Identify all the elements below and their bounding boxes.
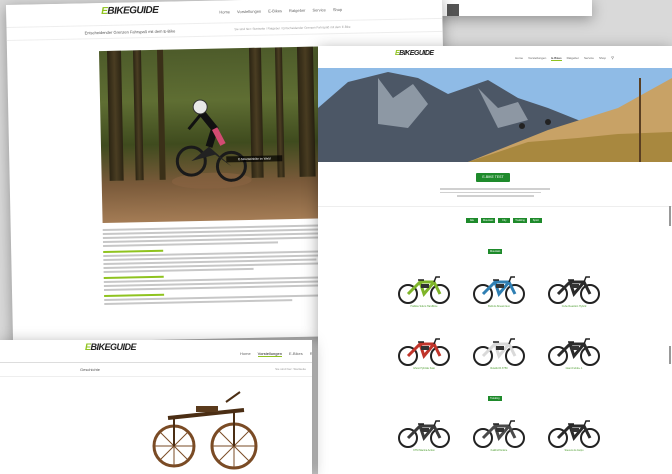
product-card[interactable]: Giant Full-E+ 1 xyxy=(544,336,604,370)
product-name[interactable]: Haibike Sduro HardNine xyxy=(394,305,454,308)
history-header: EBIKEGUIDE Home Vorstellungen E-Bikes Ratge… xyxy=(0,340,312,363)
main-navigation: Home Vorstellungen E-Bikes Ratgeber Service S… xyxy=(515,56,606,61)
product-name[interactable]: Cube Reaction Hybrid xyxy=(544,305,604,308)
nav-item-home[interactable]: Home xyxy=(219,9,230,14)
e-bike-icon xyxy=(548,420,600,448)
page-title: Geschichte xyxy=(80,367,101,372)
nav-item-vorstellungen[interactable]: Vorstellungen xyxy=(528,56,546,61)
product-card[interactable]: Rotwild R.X750 xyxy=(469,336,529,370)
filter-mountain[interactable]: Mountain xyxy=(481,218,496,223)
filter-city[interactable]: City xyxy=(498,218,511,223)
e-bike-icon xyxy=(398,276,450,304)
search-icon[interactable]: ⚲ xyxy=(611,55,614,60)
product-card[interactable]: KTM Macina Action xyxy=(394,418,454,452)
bike-grid-row-1: Haibike Sduro HardNine Bulls E-Stream Evo… xyxy=(394,274,604,308)
product-card[interactable]: Cube Reaction Hybrid xyxy=(544,274,604,308)
nav-item-e-bikes[interactable]: E-Bikes xyxy=(268,8,282,13)
nav-item-shop[interactable]: Shop xyxy=(599,56,606,61)
site-logo[interactable]: EBIKEGUIDE xyxy=(395,50,434,57)
article-body-text xyxy=(102,222,355,307)
product-card[interactable]: Kalkhoff Entice xyxy=(469,418,529,452)
e-bike-icon xyxy=(398,338,450,366)
bike-grid-row-3: KTM Macina Action Kalkhoff Entice Stevens … xyxy=(394,418,604,452)
nav-item-ratgeber[interactable]: Ratgeber xyxy=(310,351,312,357)
site-logo[interactable]: EBIKEGUIDE xyxy=(85,342,137,352)
scrollbar-thumb[interactable] xyxy=(669,206,671,226)
product-catalog-window: EBIKEGUIDE Home Vorstellungen E-Bikes Ratge… xyxy=(318,46,672,474)
product-name[interactable]: Bulls E-Stream Evo xyxy=(469,305,529,308)
main-navigation: Home Vorstellungen E-Bikes Ratgeber xyxy=(240,351,312,357)
main-navigation: Home Vorstellungen E-Bikes Ratgeber Service S… xyxy=(219,7,342,15)
nav-item-vorstellungen[interactable]: Vorstellungen xyxy=(237,9,261,15)
product-name[interactable]: Giant Full-E+ 1 xyxy=(544,367,604,370)
filter-alle[interactable]: Alle xyxy=(466,218,478,223)
e-bike-icon xyxy=(473,276,525,304)
nav-item-home[interactable]: Home xyxy=(515,56,523,61)
nav-item-ratgeber[interactable]: Ratgeber xyxy=(289,8,306,13)
page-title: Entscheidender Grenzen Fahrspaß mit dem … xyxy=(84,28,176,36)
nav-item-vorstellungen[interactable]: Vorstellungen xyxy=(257,351,282,357)
historic-draisine-image xyxy=(152,391,258,470)
alpine-banner-image xyxy=(318,68,672,162)
nav-item-e-bikes[interactable]: E-Bikes xyxy=(551,56,562,61)
nav-item-ratgeber[interactable]: Ratgeber xyxy=(567,56,579,61)
product-card[interactable]: Ghost Hybride Kato xyxy=(394,336,454,370)
e-bike-icon xyxy=(473,420,525,448)
filter-trekking[interactable]: Trekking xyxy=(513,218,527,223)
product-name[interactable]: Kalkhoff Entice xyxy=(469,449,529,452)
breadcrumb[interactable]: Sie sind hier: Startseite xyxy=(275,367,306,371)
category-tag-trekking: Trekking xyxy=(488,396,502,401)
nav-item-service[interactable]: Service xyxy=(312,7,325,12)
scrollbar-thumb-lower[interactable] xyxy=(669,346,671,364)
breadcrumb[interactable]: Sie sind hier: Startseite / Ratgeber / E… xyxy=(234,25,350,31)
e-bike-icon xyxy=(473,338,525,366)
dark-thumbnail xyxy=(447,4,459,16)
category-filter-bar: Alle Mountain City Trekking Sport xyxy=(466,218,542,223)
photo-caption: E-Mountainbike im Wald xyxy=(226,155,283,163)
nav-item-service[interactable]: Service xyxy=(584,56,594,61)
product-card[interactable]: Bulls E-Stream Evo xyxy=(469,274,529,308)
article-photo: E-Mountainbike im Wald xyxy=(98,46,323,224)
nav-item-e-bikes[interactable]: E-Bikes xyxy=(289,351,303,357)
site-logo[interactable]: EBIKEGUIDE xyxy=(101,5,158,17)
product-name[interactable]: Ghost Hybride Kato xyxy=(394,367,454,370)
nav-item-shop[interactable]: Shop xyxy=(333,7,342,12)
product-name[interactable]: Stevens E-Carpo xyxy=(544,449,604,452)
product-name[interactable]: Rotwild R.X750 xyxy=(469,367,529,370)
history-window: EBIKEGUIDE Home Vorstellungen E-Bikes Ratge… xyxy=(0,340,312,474)
nav-item-home[interactable]: Home xyxy=(240,351,251,357)
e-bike-test-button[interactable]: E-BIKE TEST xyxy=(476,173,510,182)
product-name[interactable]: KTM Macina Action xyxy=(394,449,454,452)
product-card[interactable]: Haibike Sduro HardNine xyxy=(394,274,454,308)
e-bike-icon xyxy=(398,420,450,448)
filter-sport[interactable]: Sport xyxy=(529,218,542,223)
e-bike-icon xyxy=(548,338,600,366)
category-tag-mountain: Mountain xyxy=(488,249,503,254)
intro-text xyxy=(440,186,550,199)
product-card[interactable]: Stevens E-Carpo xyxy=(544,418,604,452)
bike-grid-row-2: Ghost Hybride Kato Rotwild R.X750 Giant Fu… xyxy=(394,336,604,370)
catalog-header: EBIKEGUIDE Home Vorstellungen E-Bikes Ratge… xyxy=(318,46,672,69)
e-bike-icon xyxy=(548,276,600,304)
mountain-biker-illustration xyxy=(171,99,252,189)
